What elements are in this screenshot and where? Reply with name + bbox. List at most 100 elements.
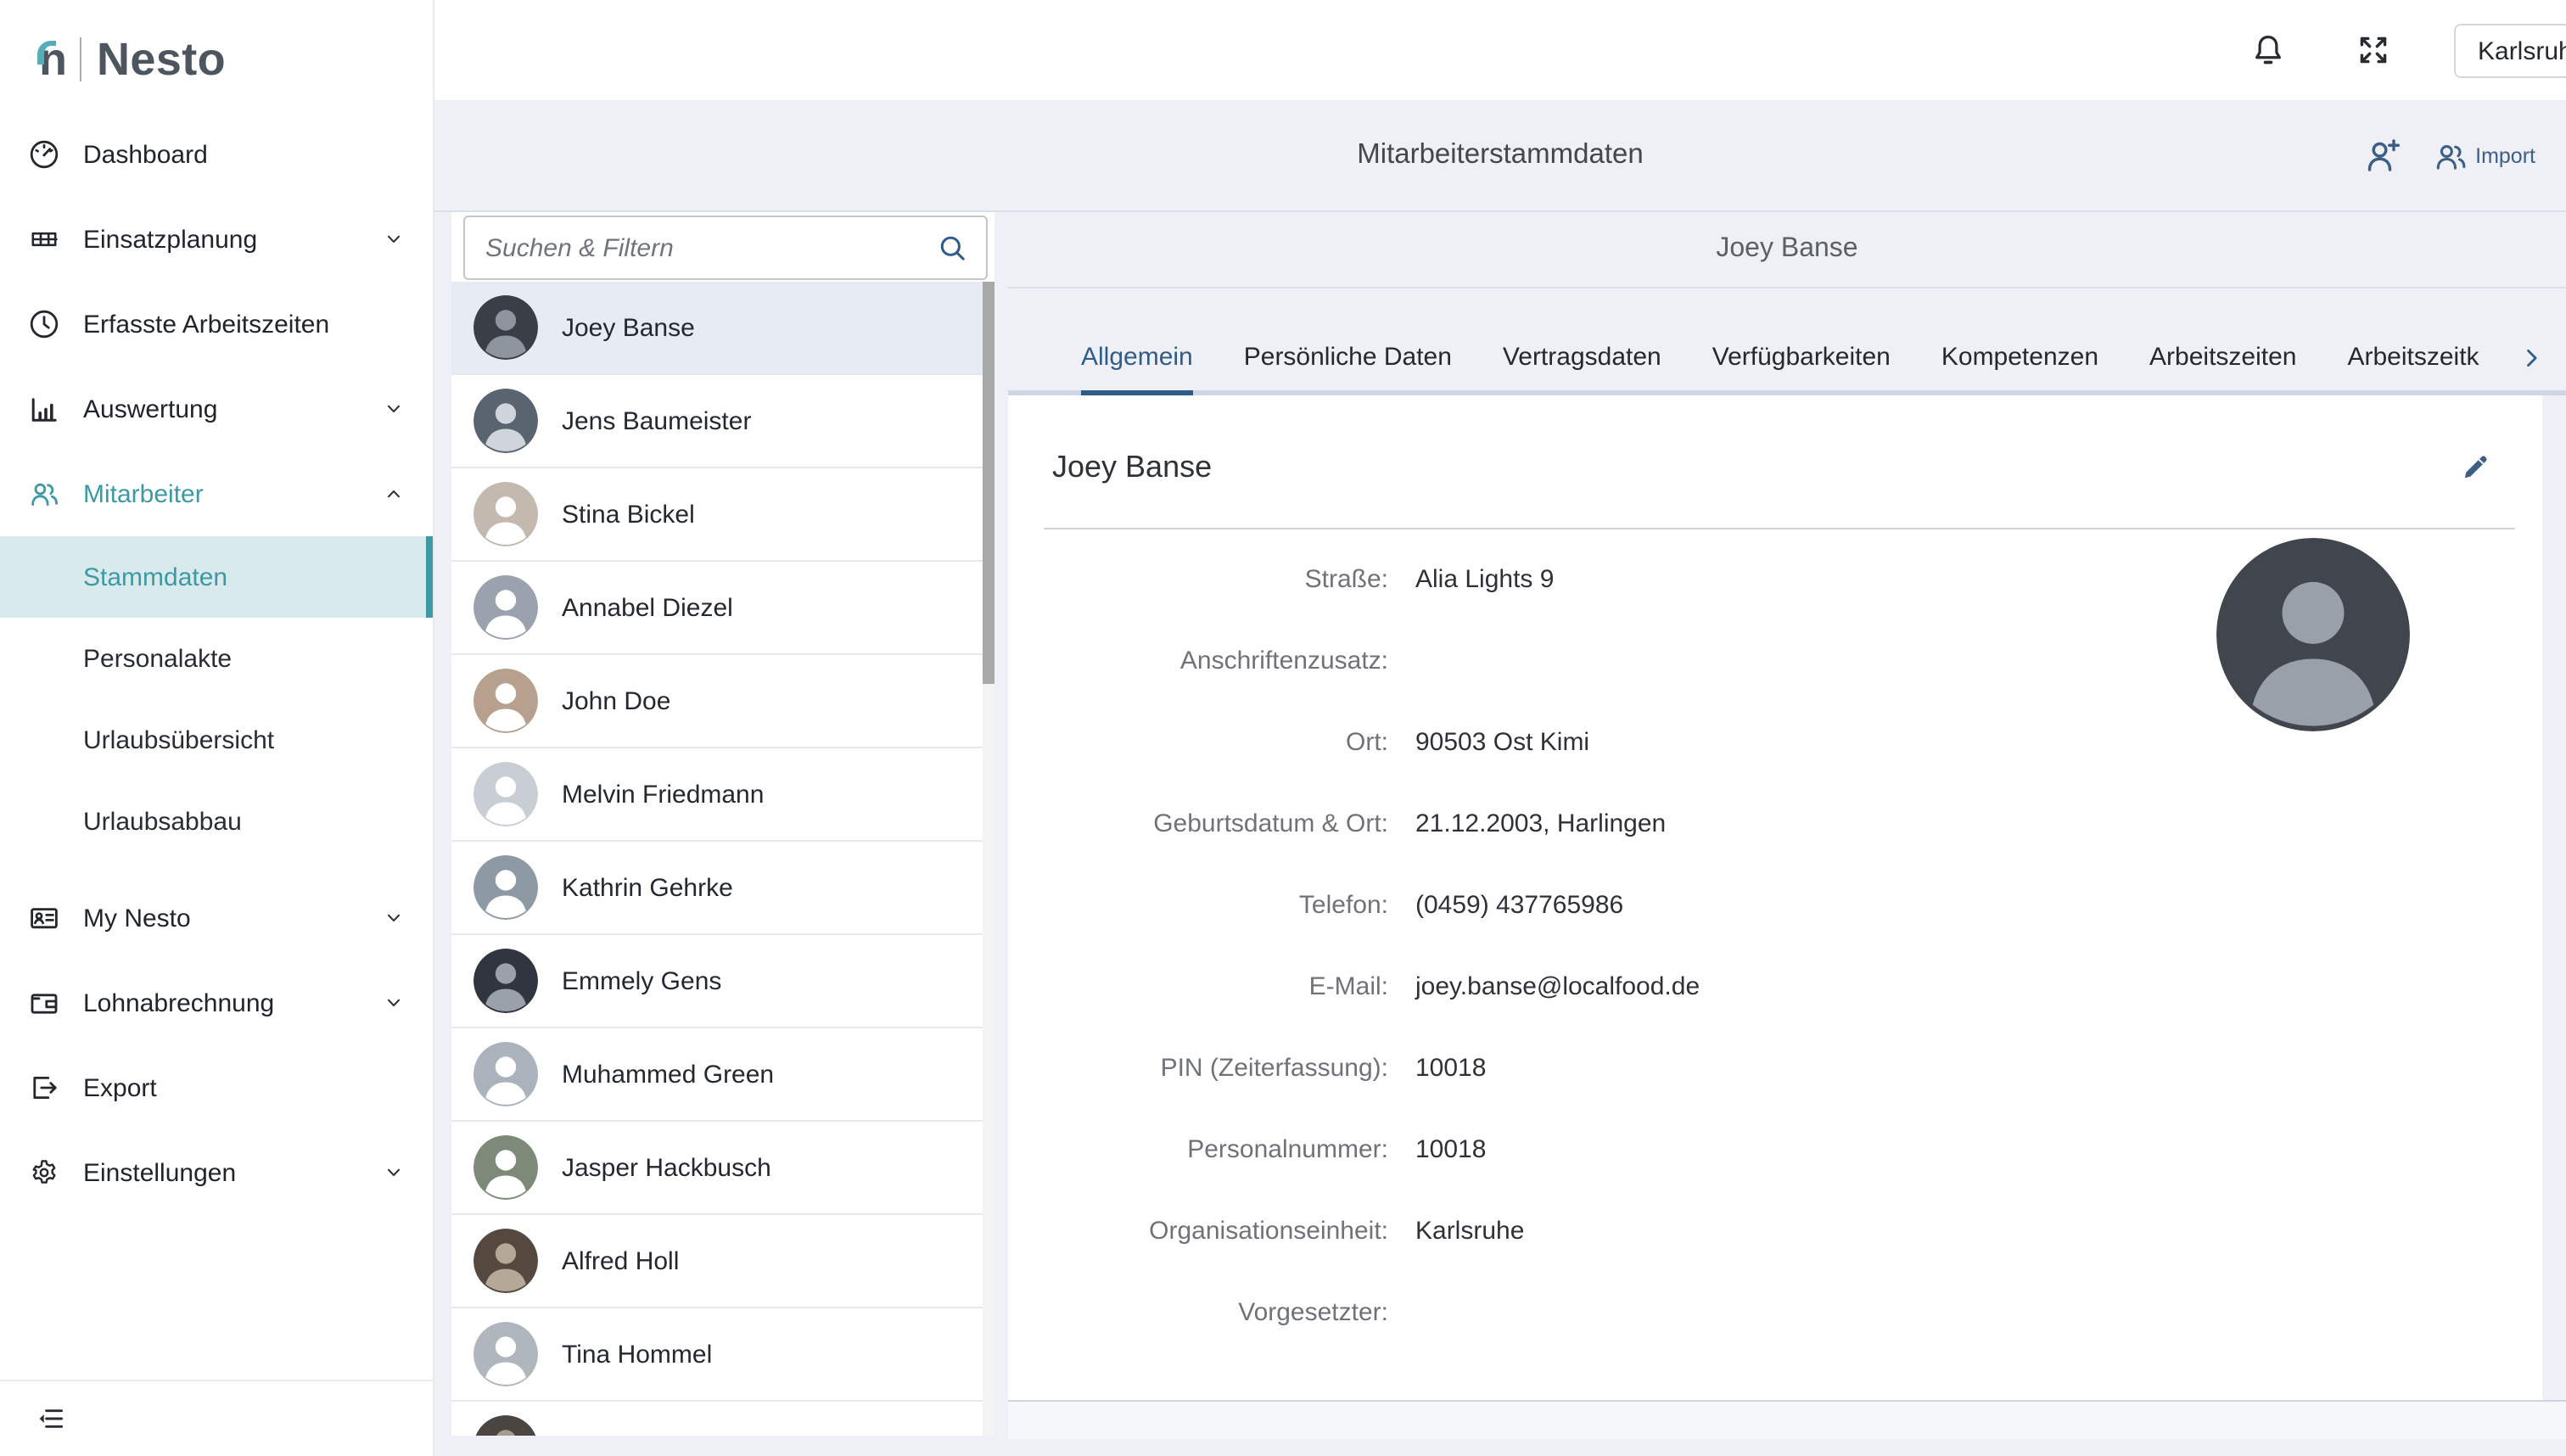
employee-list-item[interactable]: Stina Bickel — [451, 468, 994, 562]
sidebar-item-my-nesto[interactable]: My Nesto — [0, 876, 433, 960]
sidebar-subitem-urlaubsuebersicht[interactable]: Urlaubsübersicht — [0, 699, 433, 781]
employee-list-item[interactable]: Muhammed Green — [451, 1028, 994, 1122]
sidebar-subitem-label: Stammdaten — [83, 563, 227, 591]
employee-avatar — [473, 855, 538, 920]
sidebar-submenu-mitarbeiter: Stammdaten Personalakte UrlaubsübersichtUr… — [0, 536, 433, 876]
field-label: E-Mail: — [1008, 972, 1388, 1000]
sidebar-item-erfasste-arbeitszeiten[interactable]: Erfasste Arbeitszeiten — [0, 282, 433, 367]
location-select[interactable]: Karlsruhe — [2454, 24, 2566, 78]
tabs-overflow-chevron-icon[interactable] — [2518, 344, 2546, 372]
tab-kompetenzen[interactable]: Kompetenzen — [1941, 343, 2098, 395]
list-scrollbar-thumb[interactable] — [983, 282, 994, 684]
add-employee-button[interactable] — [2362, 134, 2404, 176]
edit-button[interactable] — [2457, 448, 2495, 485]
planning-grid-icon — [27, 222, 61, 256]
field-value: 10018 — [1415, 1053, 1486, 1082]
detail-field-row: E-Mail: joey.banse@localfood.de — [1008, 945, 2542, 1027]
chevron-up-icon — [384, 484, 404, 504]
sidebar-item-dashboard[interactable]: Dashboard — [0, 112, 433, 197]
detail-card-title: Joey Banse — [1052, 449, 1212, 484]
sidebar-item-mitarbeiter[interactable]: Mitarbeiter — [0, 451, 433, 536]
employee-list-item[interactable]: Tina Hommel — [451, 1308, 994, 1402]
brand-logo[interactable]: n Nesto — [0, 0, 433, 102]
sidebar-item-export[interactable]: Export — [0, 1045, 433, 1130]
chevron-down-icon — [384, 908, 404, 928]
field-label: Ort: — [1008, 727, 1388, 756]
employee-list-item[interactable]: Jasper Hackbusch — [451, 1122, 994, 1215]
employee-name: Joey Banse — [562, 313, 695, 342]
employee-name: Jens Baumeister — [562, 406, 751, 435]
employee-name: John Doe — [562, 686, 670, 715]
search-icon[interactable] — [937, 232, 969, 265]
employee-name: Emmely Gens — [562, 966, 721, 995]
detail-card-header: Joey Banse — [1008, 395, 2542, 528]
sidebar-footer — [0, 1380, 433, 1456]
employee-list-item[interactable]: Emmely Gens — [451, 935, 994, 1028]
page-title: Mitarbeiterstammdaten — [434, 100, 2566, 210]
detail-field-row: Geburtsdatum & Ort:21.12.2003, Harlingen — [1008, 782, 2542, 864]
sidebar-item-label: Auswertung — [83, 395, 361, 423]
employee-list-item[interactable]: Joey Banse — [451, 282, 994, 375]
field-value: (0459) 437765986 — [1415, 890, 1623, 919]
sidebar-subitem-stammdaten[interactable]: Stammdaten — [0, 536, 433, 618]
gear-icon — [27, 1156, 61, 1190]
search-field — [463, 216, 988, 280]
employee-list-item[interactable]: Alfred Holl — [451, 1215, 994, 1308]
sidebar-item-lohnabrechnung[interactable]: Lohnabrechnung — [0, 960, 433, 1045]
employee-list-item[interactable]: Annabel Diezel — [451, 562, 994, 655]
collapse-sidebar-icon[interactable] — [36, 1403, 66, 1434]
employee-name: Alfred Holl — [562, 1246, 679, 1275]
field-label: Vorgesetzter: — [1008, 1297, 1388, 1326]
employee-avatar — [473, 389, 538, 453]
employee-name: Annabel Diezel — [562, 593, 733, 622]
export-icon — [27, 1071, 61, 1105]
sidebar-item-label: Dashboard — [83, 140, 404, 169]
employee-name: Melvin Friedmann — [562, 780, 764, 809]
search-input[interactable] — [463, 216, 988, 280]
page-header-actions: Import — [2362, 100, 2535, 210]
field-value: 10018 — [1415, 1134, 1486, 1163]
sidebar-item-label: Einstellungen — [83, 1158, 361, 1187]
detail-field-row: Vorgesetzter: — [1008, 1271, 2542, 1352]
detail-tabs: Allgemein Persönliche Daten Vertragsdaten V… — [1008, 288, 2566, 395]
detail-card: Joey Banse Straße:Alia Lights 9Anschrift… — [1008, 395, 2542, 1400]
import-button[interactable]: Import — [2431, 137, 2535, 174]
tab-persönliche-daten[interactable]: Persönliche Daten — [1244, 343, 1452, 395]
field-label: PIN (Zeiterfassung): — [1008, 1053, 1388, 1082]
sidebar-subitem-urlaubsabbau[interactable]: Urlaubsabbau — [0, 781, 433, 862]
sidebar-item-einsatzplanung[interactable]: Einsatzplanung — [0, 197, 433, 282]
employee-list-panel: Joey Banse Jens Baumeister Stina Bickel Ann… — [451, 212, 994, 1436]
sidebar-item-label: Einsatzplanung — [83, 225, 361, 254]
field-value: joey.banse@localfood.de — [1415, 972, 1700, 1000]
tab-allgemein[interactable]: Allgemein — [1081, 343, 1193, 395]
employee-list-item[interactable]: Kathrin Gehrke — [451, 842, 994, 935]
location-select-value: Karlsruhe — [2478, 36, 2566, 65]
employee-list: Joey Banse Jens Baumeister Stina Bickel Ann… — [451, 282, 994, 1436]
sidebar-subitem-personalakte[interactable]: Personalakte — [0, 618, 433, 699]
tab-verfügbarkeiten[interactable]: Verfügbarkeiten — [1712, 343, 1891, 395]
employee-list-item[interactable]: Melvin Friedmann — [451, 748, 994, 842]
sidebar-item-label: Mitarbeiter — [83, 479, 361, 508]
sidebar-nav: Dashboard Einsatzplanung Erfasste Arbeitsz… — [0, 112, 433, 1215]
fullscreen-icon[interactable] — [2354, 31, 2393, 70]
topbar: Karlsruhe — [434, 0, 2566, 100]
sidebar-item-auswertung[interactable]: Auswertung — [0, 367, 433, 451]
employee-list-item[interactable]: John Doe — [451, 655, 994, 748]
sidebar-item-einstellungen[interactable]: Einstellungen — [0, 1130, 433, 1215]
tab-vertragsdaten[interactable]: Vertragsdaten — [1503, 343, 1661, 395]
employee-avatar — [473, 1042, 538, 1106]
sidebar-item-label: Erfasste Arbeitszeiten — [83, 310, 404, 339]
card-bottom-strip — [1008, 1400, 2566, 1439]
employee-list-item[interactable]: Jens Baumeister — [451, 375, 994, 468]
sidebar-item-label: Export — [83, 1073, 404, 1102]
sidebar-item-label: Lohnabrechnung — [83, 988, 361, 1017]
employee-list-item[interactable] — [451, 1402, 994, 1436]
bell-icon[interactable] — [2249, 31, 2288, 70]
field-label: Straße: — [1008, 564, 1388, 593]
detail-header: Joey Banse — [1008, 212, 2566, 288]
tab-arbeitszeitk[interactable]: Arbeitszeitk — [2347, 343, 2479, 395]
tab-arbeitszeiten[interactable]: Arbeitszeiten — [2149, 343, 2296, 395]
field-label: Telefon: — [1008, 890, 1388, 919]
field-value: 90503 Ost Kimi — [1415, 727, 1589, 756]
sidebar-subitem-label: Personalakte — [83, 644, 232, 673]
